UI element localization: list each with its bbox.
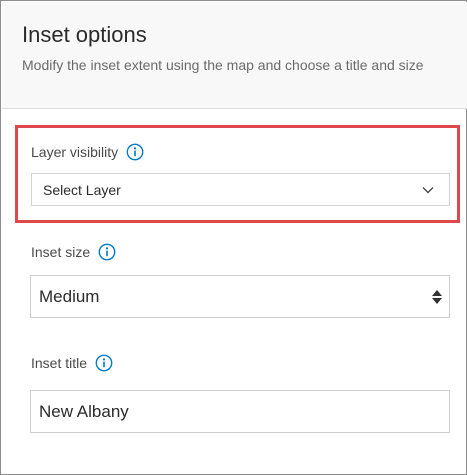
panel-description: Modify the inset extent using the map an… bbox=[22, 57, 424, 73]
inset-title-label: Inset title bbox=[31, 355, 88, 371]
sort-up-down-icon bbox=[432, 290, 442, 304]
inset-size-value: Medium bbox=[39, 286, 100, 306]
info-icon[interactable] bbox=[126, 143, 144, 161]
panel-title: Inset options bbox=[22, 22, 147, 47]
info-icon[interactable] bbox=[95, 354, 113, 372]
layer-select-value: Select Layer bbox=[43, 181, 121, 198]
inset-options-panel: Inset options Modify the inset extent us… bbox=[0, 0, 467, 475]
inset-title-input[interactable]: New Albany bbox=[30, 390, 450, 433]
inset-size-field: Inset size bbox=[31, 243, 116, 261]
chevron-down-icon bbox=[422, 187, 434, 194]
layer-visibility-label: Layer visibility bbox=[31, 144, 119, 160]
info-icon[interactable] bbox=[98, 243, 116, 261]
inset-size-label: Inset size bbox=[31, 244, 91, 260]
inset-title-value: New Albany bbox=[39, 401, 129, 421]
inset-title-field: Inset title bbox=[31, 354, 113, 372]
inset-size-select[interactable]: Medium bbox=[30, 275, 450, 318]
layer-visibility-field: Layer visibility bbox=[31, 143, 144, 161]
layer-select[interactable]: Select Layer bbox=[31, 173, 450, 206]
